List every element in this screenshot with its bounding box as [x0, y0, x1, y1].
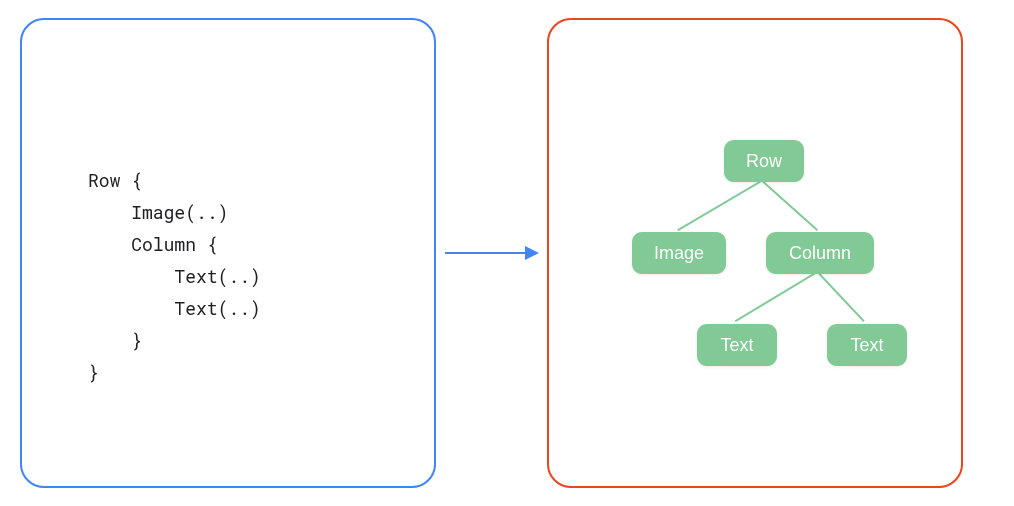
code-line: } [88, 360, 99, 384]
arrow-head [525, 246, 539, 260]
code-line: } [88, 328, 142, 352]
code-panel: Row { Image(..) Column { Text(..) Text(.… [20, 18, 436, 488]
node-column: Column [766, 232, 874, 274]
code-line: Text(..) [88, 264, 261, 288]
code-line: Column { [88, 232, 218, 256]
tree-panel: Row Image Column Text Text [547, 18, 963, 488]
code-line: Text(..) [88, 296, 261, 320]
code-block: Row { Image(..) Column { Text(..) Text(.… [88, 164, 261, 388]
tree: Row Image Column Text Text [549, 20, 961, 486]
node-text-2: Text [827, 324, 907, 366]
node-image: Image [632, 232, 726, 274]
code-line: Row { [88, 168, 142, 192]
node-text-1: Text [697, 324, 777, 366]
code-line: Image(..) [88, 200, 228, 224]
arrow-line [445, 252, 529, 254]
node-row: Row [724, 140, 804, 182]
arrow-icon [445, 246, 539, 260]
